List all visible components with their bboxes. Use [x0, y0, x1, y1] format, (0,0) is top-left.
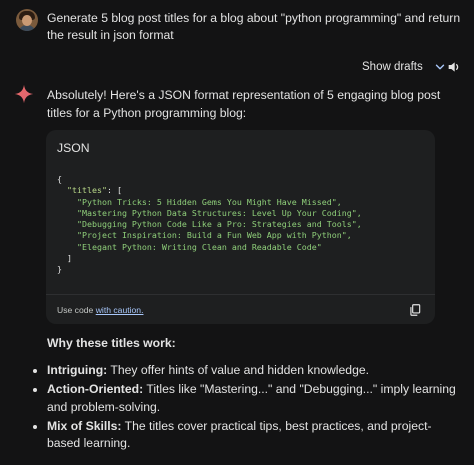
volume-icon[interactable]	[446, 59, 462, 75]
code-title-1: "Python Tricks: 5 Hidden Gems You Might …	[76, 196, 342, 207]
show-drafts-button[interactable]: Show drafts	[362, 60, 447, 74]
code-block: JSON { "titles": [ "Python Tricks: 5 Hid…	[46, 130, 435, 324]
list-item: Action-Oriented: Titles like "Mastering.…	[47, 381, 457, 416]
list-item: Mix of Skills: The titles cover practica…	[47, 418, 457, 453]
code-close-bracket: ]	[67, 253, 72, 264]
reasons-list: Intriguing: They offer hints of value an…	[30, 362, 457, 454]
bullet-label: Mix of Skills:	[47, 418, 122, 433]
code-open-brace: {	[57, 174, 62, 184]
code-title-4: "Project Inspiration: Build a Fun Web Ap…	[76, 230, 352, 241]
avatar-face	[22, 15, 32, 26]
caution-link[interactable]: with caution.	[96, 305, 144, 315]
code-title-5: "Elegant Python: Writing Clean and Reada…	[76, 241, 322, 252]
code-open-bracket: : [	[106, 185, 122, 196]
gemini-spark-icon	[14, 84, 34, 104]
code-language-label: JSON	[57, 141, 90, 155]
chevron-down-icon	[435, 64, 444, 70]
user-avatar	[16, 9, 38, 31]
user-prompt-text: Generate 5 blog post titles for a blog a…	[47, 11, 461, 42]
response-intro: Absolutely! Here's a JSON format represe…	[47, 88, 441, 120]
show-drafts-label: Show drafts	[362, 61, 423, 73]
code-title-2: "Mastering Python Data Structures: Level…	[76, 207, 362, 218]
copy-icon[interactable]	[408, 303, 422, 317]
code-key: "titles"	[67, 185, 107, 196]
code-footer: Use code with caution.	[46, 294, 435, 325]
code-title-3: "Debugging Python Code Like a Pro: Strat…	[76, 219, 362, 230]
code-close-brace: }	[57, 264, 62, 275]
bullet-text: They offer hints of value and hidden kno…	[107, 363, 370, 377]
bullet-label: Action-Oriented:	[47, 382, 144, 396]
list-item: Intriguing: They offer hints of value an…	[47, 362, 457, 380]
caution-prefix: Use code	[57, 305, 96, 315]
caution-note: Use code with caution.	[57, 305, 143, 315]
why-heading: Why these titles work:	[47, 336, 176, 350]
code-content[interactable]: { "titles": [ "Python Tricks: 5 Hidden G…	[57, 174, 362, 276]
bullet-label: Intriguing:	[47, 363, 108, 377]
